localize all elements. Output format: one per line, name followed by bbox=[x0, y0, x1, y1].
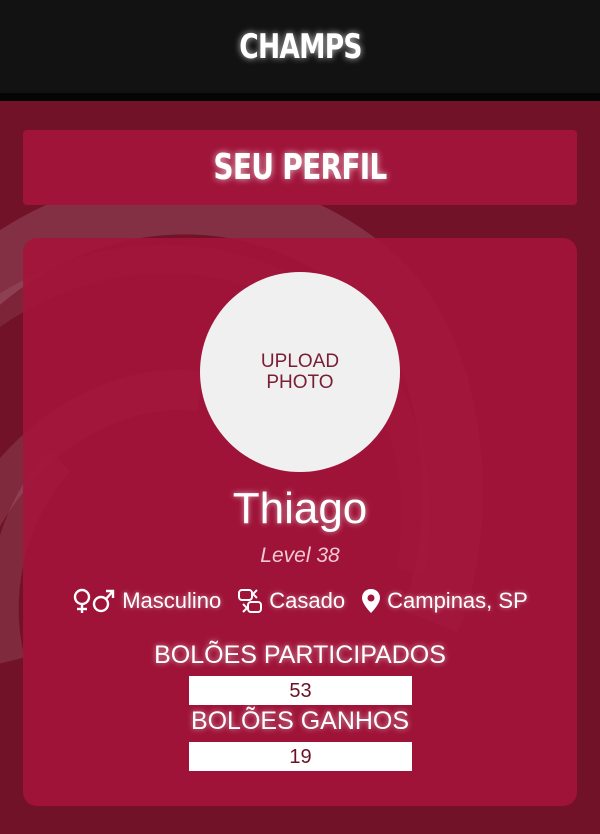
brand-logo[interactable]: CHAMPS bbox=[239, 27, 362, 67]
marital-status-info: Casado bbox=[237, 588, 345, 614]
location-label: Campinas, SP bbox=[387, 588, 528, 613]
header-divider bbox=[0, 93, 600, 101]
participated-label: BOLÕES PARTICIPADOS bbox=[154, 641, 446, 669]
upload-photo-label-line2: PHOTO bbox=[266, 372, 334, 393]
location-info: Campinas, SP bbox=[361, 588, 528, 614]
upload-photo-label-line1: UPLOAD bbox=[260, 351, 340, 372]
profile-card: UPLOAD PHOTO Thiago Level 38 Masculino C… bbox=[23, 238, 577, 806]
marital-status-label: Casado bbox=[269, 588, 346, 613]
participated-value: 53 bbox=[189, 676, 412, 705]
location-pin-icon bbox=[361, 588, 381, 614]
gender-label: Masculino bbox=[122, 588, 222, 613]
profile-name: Thiago bbox=[232, 484, 368, 533]
page-title-bar: SEU PERFIL bbox=[23, 130, 577, 205]
upload-photo-button[interactable]: UPLOAD PHOTO bbox=[200, 272, 400, 472]
gender-info: Masculino bbox=[72, 588, 221, 614]
won-value: 19 bbox=[189, 742, 412, 771]
main-content: SEU PERFIL UPLOAD PHOTO Thiago Level 38 bbox=[0, 101, 600, 834]
app-header: CHAMPS bbox=[0, 0, 600, 93]
gender-icon bbox=[72, 588, 116, 614]
rings-icon bbox=[237, 588, 263, 614]
profile-info-row: Masculino Casado Campinas, SP bbox=[23, 588, 577, 614]
profile-level: Level 38 bbox=[260, 544, 340, 567]
page-title: SEU PERFIL bbox=[213, 147, 387, 188]
won-label: BOLÕES GANHOS bbox=[190, 707, 410, 735]
